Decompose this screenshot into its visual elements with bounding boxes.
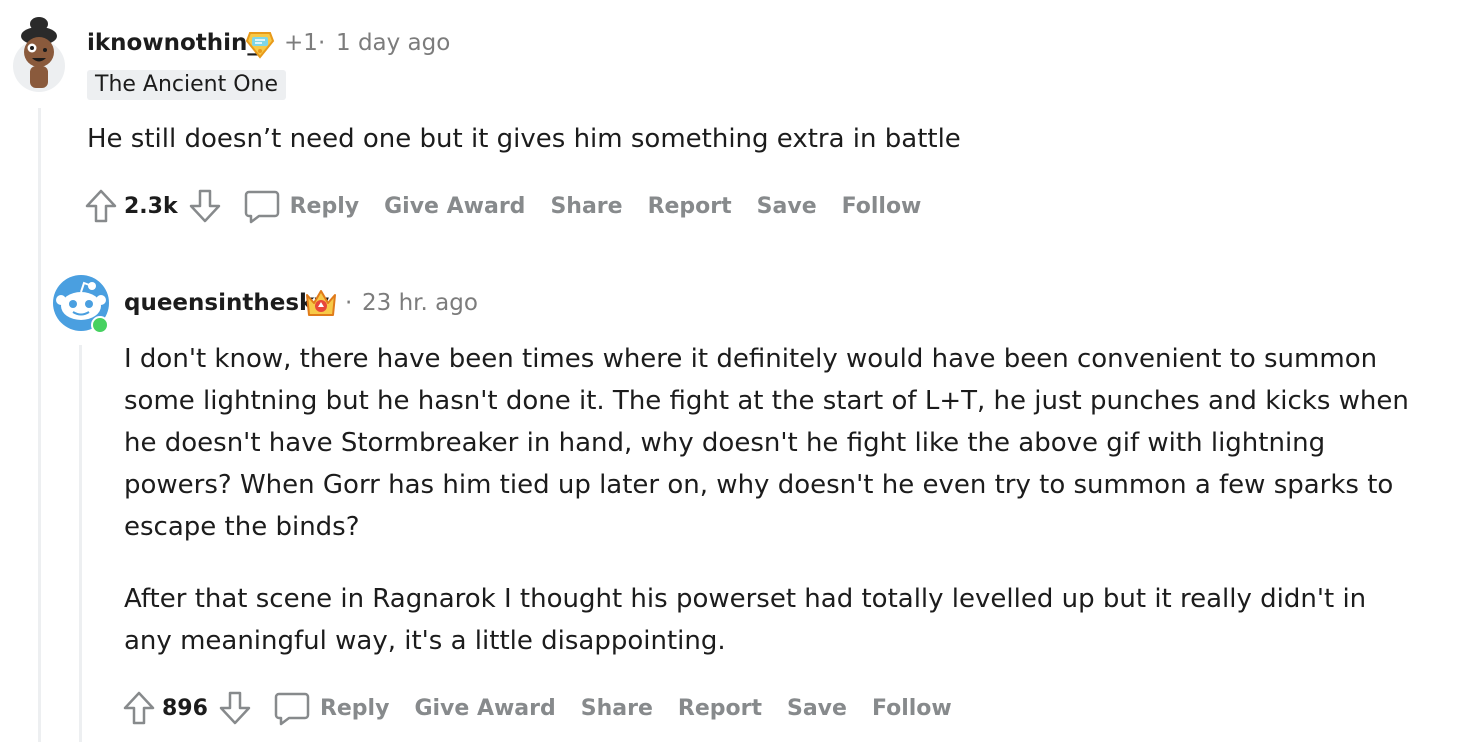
- share-button[interactable]: Share: [544, 194, 628, 219]
- share-button[interactable]: Share: [575, 696, 659, 721]
- downvote-icon[interactable]: [216, 688, 254, 728]
- comment-actions: 896 Reply Give Award Share Report Save F…: [120, 686, 971, 730]
- reply-button[interactable]: Reply: [268, 690, 396, 726]
- vote-score: 896: [162, 695, 208, 721]
- crown-icon: [303, 287, 339, 325]
- comment-body: He still doesn’t need one but it gives h…: [87, 124, 961, 154]
- save-button[interactable]: Save: [751, 194, 823, 219]
- thread-line-2[interactable]: [79, 345, 82, 742]
- user-flair: The Ancient One: [87, 70, 287, 100]
- thread-line-1[interactable]: [38, 108, 41, 742]
- comment-actions: 2.3k Reply Give Award Share Report Save …: [82, 184, 940, 228]
- comment-body: After that scene in Ragnarok I thought h…: [124, 584, 1367, 656]
- online-status-indicator: [91, 316, 109, 334]
- meta-separator: ·: [318, 30, 326, 56]
- reply-label: Reply: [319, 695, 390, 721]
- avatar[interactable]: [10, 16, 68, 92]
- follow-button[interactable]: Follow: [836, 194, 928, 219]
- upvote-icon[interactable]: [120, 688, 158, 728]
- comment-author[interactable]: queensinthesky: [124, 290, 329, 316]
- report-button[interactable]: Report: [642, 194, 738, 219]
- follow-button[interactable]: Follow: [866, 696, 958, 721]
- downvote-icon[interactable]: [186, 186, 224, 226]
- trophy-icon: [243, 27, 277, 65]
- meta-separator: ·: [345, 290, 353, 316]
- upvote-icon[interactable]: [82, 186, 120, 226]
- report-button[interactable]: Report: [672, 696, 768, 721]
- comment-timestamp[interactable]: 23 hr. ago: [362, 290, 478, 316]
- vote-score: 2.3k: [124, 193, 178, 219]
- give-award-button[interactable]: Give Award: [408, 696, 561, 721]
- reply-label: Reply: [289, 193, 360, 219]
- give-award-button[interactable]: Give Award: [378, 194, 531, 219]
- comment-timestamp[interactable]: 1 day ago: [336, 30, 450, 56]
- reply-icon: [244, 190, 279, 224]
- reply-button[interactable]: Reply: [238, 188, 366, 224]
- karma-badge: +1: [284, 30, 318, 56]
- comment-body: I don't know, there have been times wher…: [124, 344, 1409, 542]
- save-button[interactable]: Save: [781, 696, 853, 721]
- reply-icon: [274, 692, 310, 726]
- comment-author[interactable]: iknownothin_: [87, 30, 259, 56]
